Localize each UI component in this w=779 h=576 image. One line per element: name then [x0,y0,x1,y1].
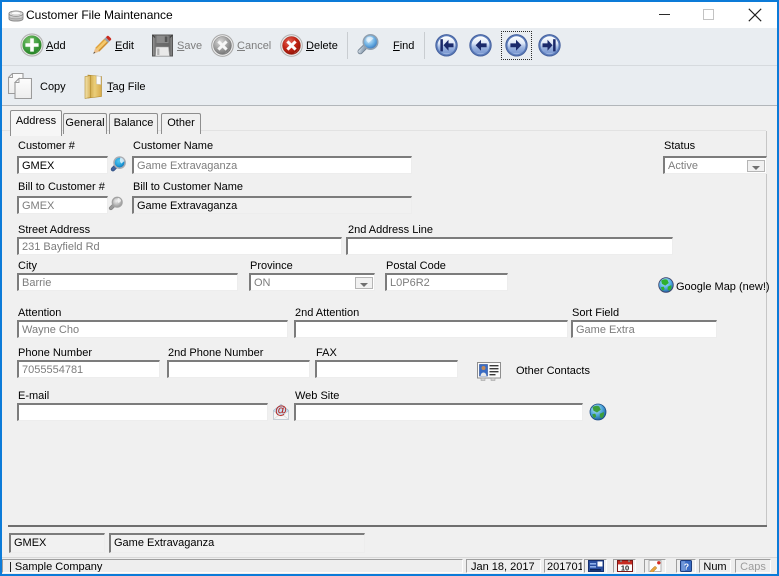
svg-text:10: 10 [621,563,629,572]
svg-text:?: ? [684,561,689,571]
svg-text:@: @ [275,403,287,417]
